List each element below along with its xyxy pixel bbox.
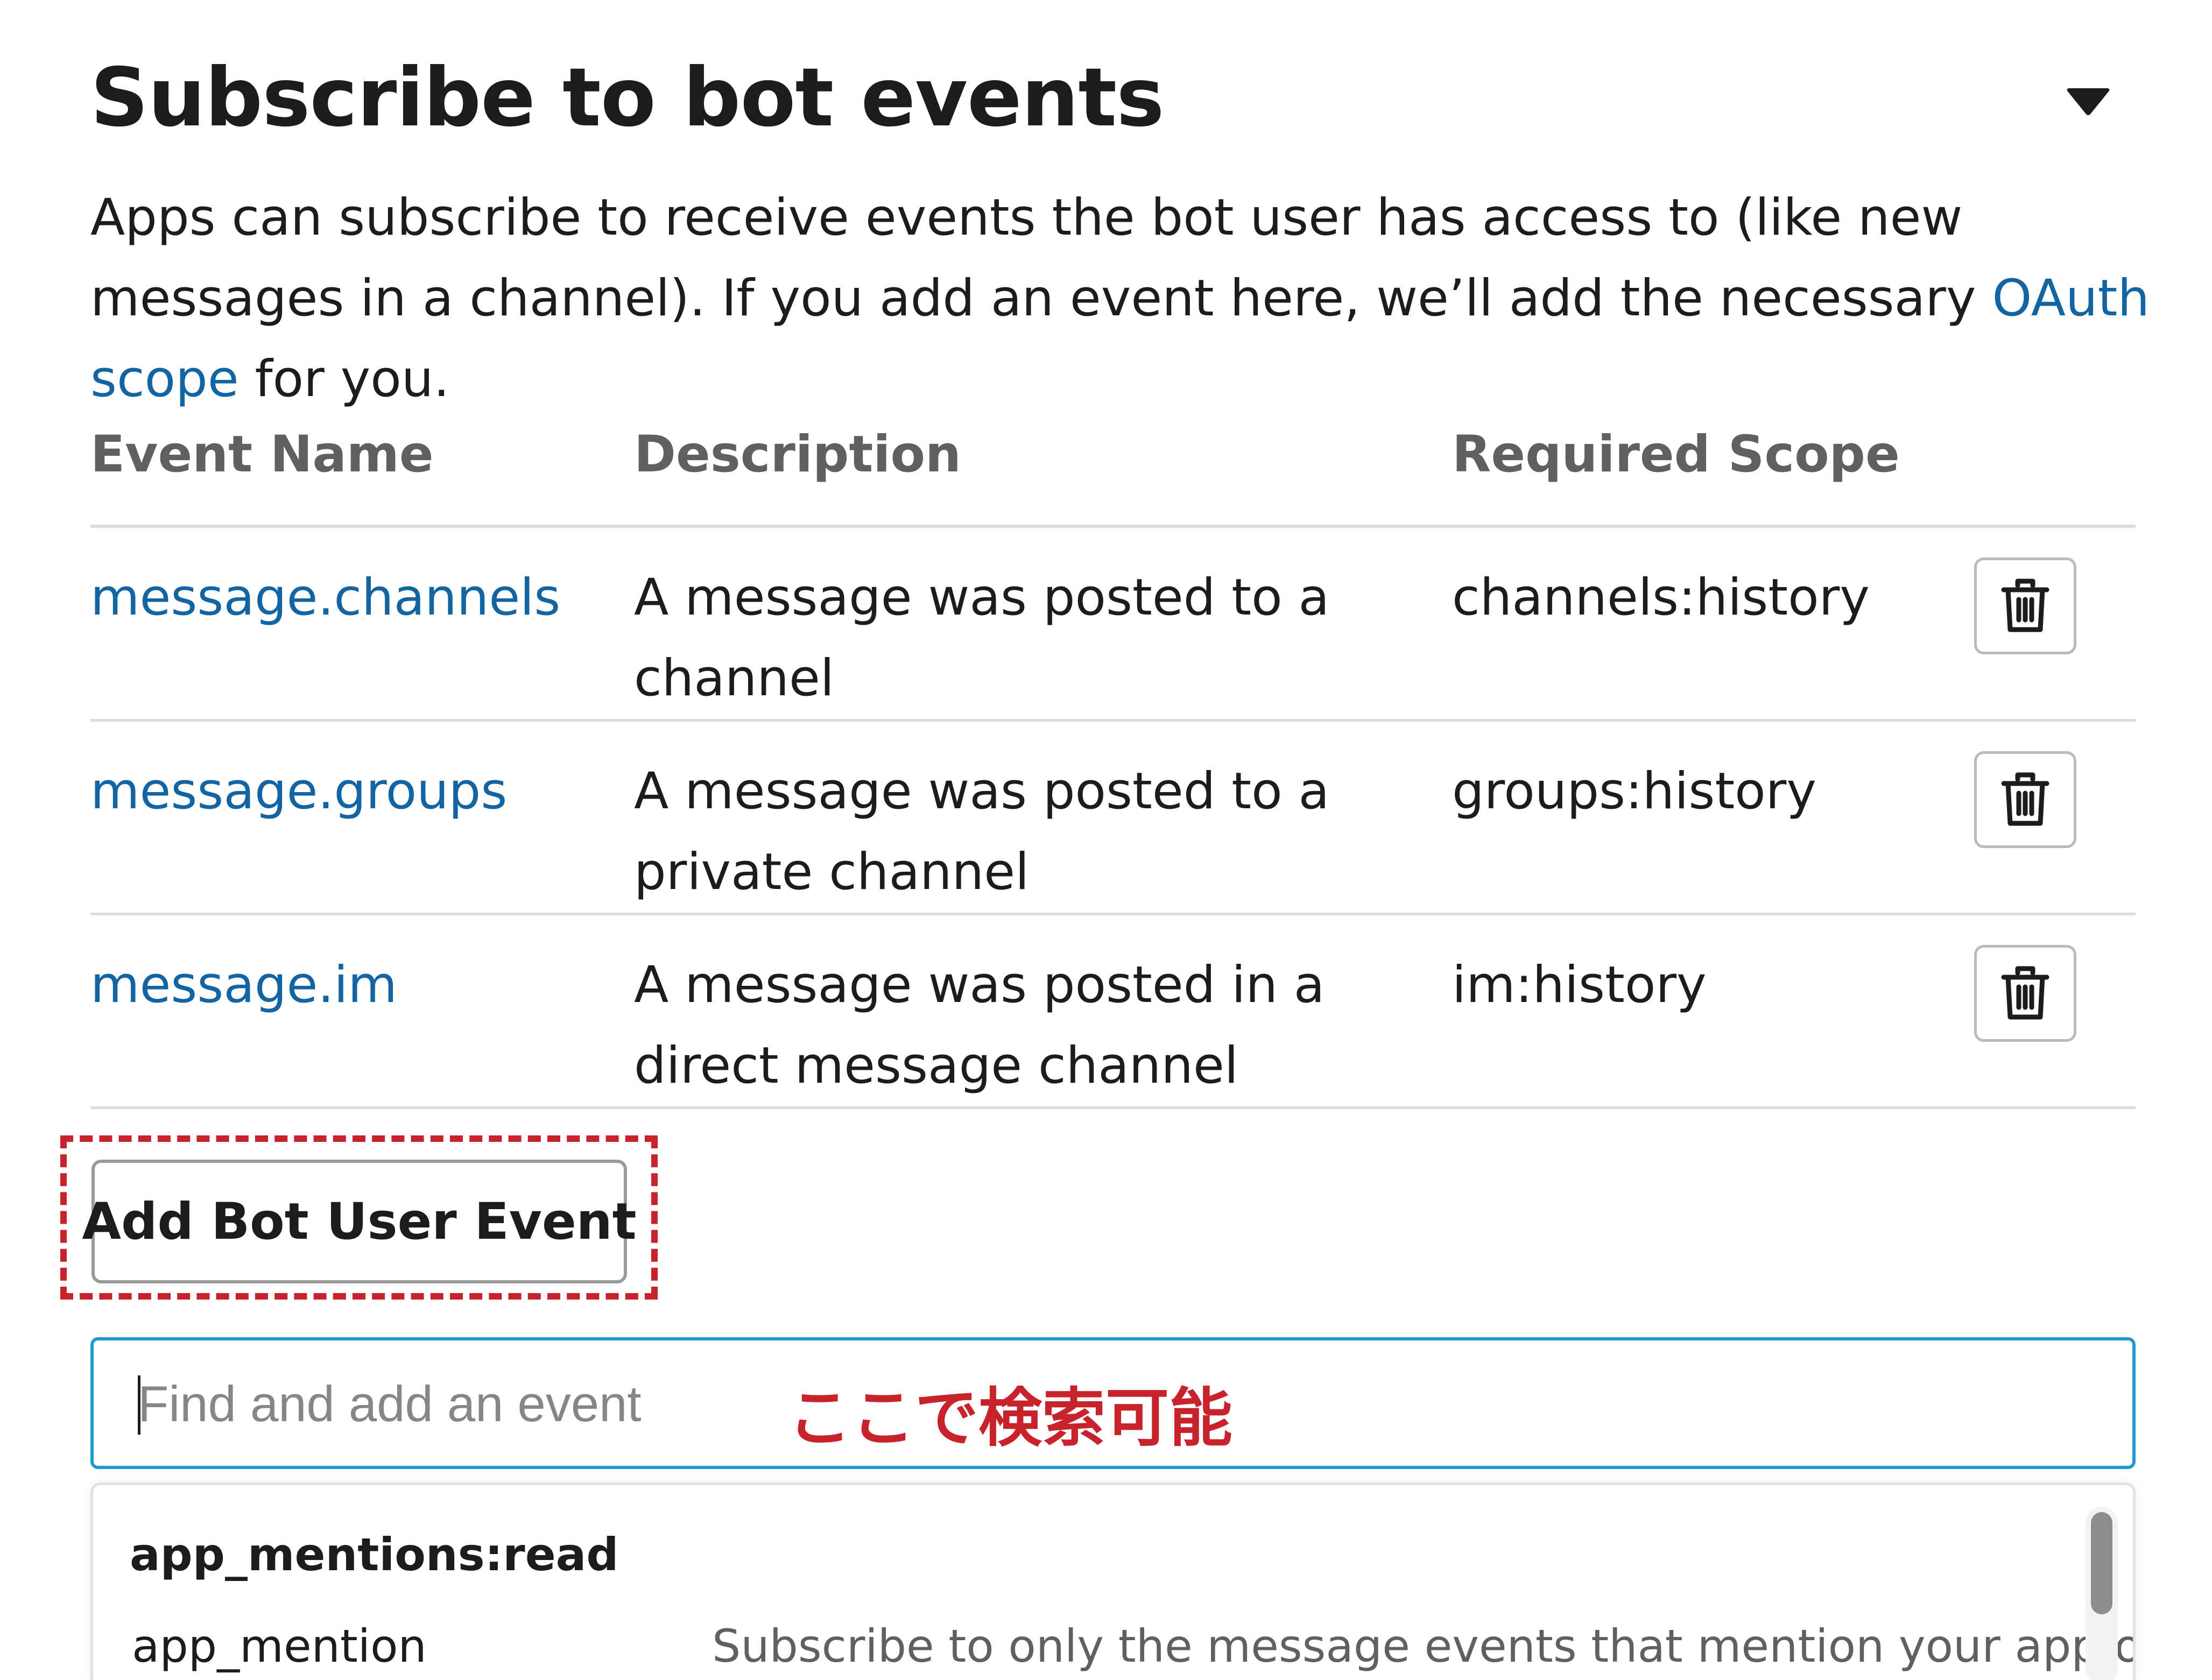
- event-option-description: Subscribe to only the message events tha…: [712, 1620, 2136, 1672]
- bot-events-table: Event Name Description Required Scope me…: [90, 420, 2136, 1109]
- dropdown-scrollbar[interactable]: [2091, 1512, 2112, 1614]
- collapse-toggle[interactable]: [2056, 75, 2121, 129]
- delete-event-button[interactable]: [1974, 945, 2076, 1042]
- event-suggestions-dropdown: app_mentions:read app_mention Subscribe …: [90, 1483, 2136, 1680]
- table-row: message.im A message was posted in a dir…: [90, 915, 2136, 1109]
- event-name-link[interactable]: message.groups: [90, 751, 507, 832]
- event-search-box: ここで検索可能: [90, 1337, 2136, 1469]
- event-name-link[interactable]: message.channels: [90, 557, 560, 638]
- add-bot-user-event-button[interactable]: Add Bot User Event: [82, 1160, 637, 1283]
- trash-icon: [2001, 772, 2049, 826]
- trash-icon: [2001, 966, 2049, 1020]
- trash-icon: [2001, 578, 2049, 632]
- description-text: Apps can subscribe to receive events the…: [90, 188, 1992, 328]
- header-description: Description: [634, 425, 961, 484]
- event-scope: im:history: [1452, 956, 1707, 1014]
- header-event-name: Event Name: [90, 425, 434, 484]
- event-option[interactable]: app_mention Subscribe to only the messag…: [93, 1620, 2133, 1680]
- table-row: message.groups A message was posted to a…: [90, 722, 2136, 915]
- text-caret: [138, 1375, 140, 1435]
- header-required-scope: Required Scope: [1452, 425, 1900, 484]
- delete-event-button[interactable]: [1974, 557, 2076, 654]
- table-row: message.channels A message was posted to…: [90, 528, 2136, 722]
- delete-event-button[interactable]: [1974, 751, 2076, 848]
- table-header: Event Name Description Required Scope: [90, 420, 2136, 528]
- description-text-end: for you.: [238, 350, 450, 408]
- event-scope: groups:history: [1452, 762, 1816, 821]
- event-description: A message was posted in a direct message…: [634, 956, 1325, 1095]
- event-subscriptions-page: Subscribe to bot events Apps can subscri…: [0, 0, 2212, 1680]
- event-option-name: app_mention: [132, 1620, 427, 1672]
- section-description: Apps can subscribe to receive events the…: [90, 178, 2152, 420]
- caret-down-icon: [2067, 88, 2110, 115]
- scope-group-label: app_mentions:read: [130, 1528, 619, 1581]
- event-scope: channels:history: [1452, 568, 1870, 627]
- section-title: Subscribe to bot events: [90, 51, 1164, 145]
- event-description: A message was posted to a channel: [634, 568, 1330, 708]
- event-name-link[interactable]: message.im: [90, 945, 397, 1026]
- search-annotation-label: ここで検索可能: [788, 1381, 1233, 1455]
- event-description: A message was posted to a private channe…: [634, 762, 1330, 901]
- event-search-input[interactable]: [137, 1340, 731, 1467]
